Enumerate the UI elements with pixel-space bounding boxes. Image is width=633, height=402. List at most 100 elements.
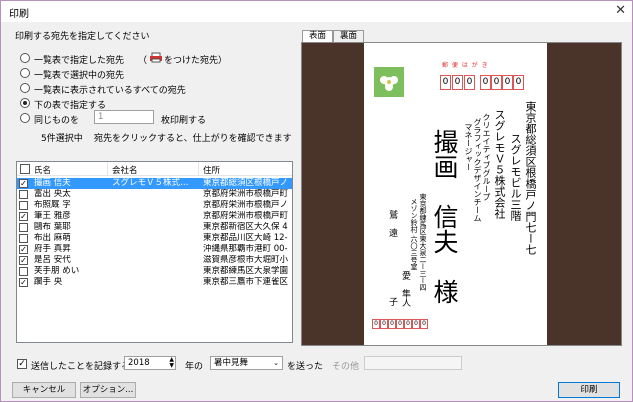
section-title: 印刷する宛先を指定してください [15,32,150,42]
sender-postal-digit-box: 0 [420,319,428,329]
recipient-company: スグレモＶ５株式会社 [493,109,506,219]
radio-table[interactable] [20,98,30,108]
postcard: 郵 便 は が き 0000000 東京都総須区根橋戸ノ門七ー七 スグレモビル三… [364,43,547,345]
row-checkbox[interactable] [19,234,28,243]
table-row[interactable]: ✓ 是呂 安代 滋賀県彦根市大堀町小 [17,255,292,266]
cell-address: 東京都総須区根橋戸ノ [203,178,289,188]
postal-digit-box: 0 [491,75,502,90]
sent-label: を送った [287,362,324,372]
radio-same[interactable] [20,113,30,123]
radio-listed[interactable] [20,53,30,63]
recipient-name: 撮画 信夫 様 [430,129,459,304]
list-header: 氏名 会社名 住所 [17,162,292,176]
radio-listed-note: をつけた宛先） [164,56,228,66]
cell-name: 布出 麻萌 [34,233,71,243]
sender-name-3: 子 [387,297,397,306]
postal-digit-box: 0 [513,75,524,90]
header-company[interactable]: 会社名 [112,164,138,176]
sender-postal-digit-box: 0 [412,319,420,329]
radio-all-label: 一覧表に表示されているすべての宛先 [34,86,186,96]
window-title: 印刷 [9,9,29,20]
record-sent-label: 送信したことを記録する [31,362,131,372]
row-checkbox[interactable] [19,201,28,210]
cell-name: 是呂 安代 [34,255,71,265]
radio-listed-label: 一覧表で指定した宛先 [34,56,125,66]
table-row[interactable]: 布出 麻萌 東京都品川区大崎 12- [17,233,292,244]
row-checkbox[interactable] [19,223,28,232]
cell-address: 沖縄県那覇市港町 00- [203,244,288,254]
year-spinner[interactable]: 2018 ▲ ▼ [124,356,176,370]
cell-name: 鷗布 葉耶 [34,222,71,232]
table-row[interactable]: ✓ 躙手 央 東京都三鷹市下連雀区 [17,277,292,288]
row-checkbox[interactable]: ✓ [19,179,28,188]
printer-icon [150,52,162,63]
table-row[interactable]: ✓ 府手 真昇 沖縄県那覇市港町 00- [17,244,292,255]
postcard-preview: 郵 便 は が き 0000000 東京都総須区根橋戸ノ門七ー七 スグレモビル三… [301,42,622,346]
recipient-address: 東京都総須区根橋戸ノ門七ー七 [524,101,537,255]
sender-postal-digit-box: 0 [372,319,380,329]
radio-selected[interactable] [20,68,30,78]
record-sent-checkbox[interactable]: ✓ [17,359,27,369]
postal-digit-box: 0 [464,75,475,90]
cell-address: 東京都三鷹市下連雀区 [203,277,289,287]
copies-input[interactable]: 1 [94,110,154,124]
cancel-button[interactable]: キャンセル [12,382,76,398]
flower-stamp-icon [374,67,404,97]
row-checkbox[interactable]: ✓ [19,278,28,287]
cell-name: 布照厩 字 [34,200,71,210]
chevron-down-icon[interactable]: ⌄ [273,357,279,369]
table-row[interactable]: ✓ 撮画 信夫 スグレモＶ５株式… 東京都総須区根橋戸ノ [17,178,292,189]
header-address[interactable]: 住所 [203,164,220,176]
row-checkbox[interactable]: ✓ [19,256,28,265]
close-icon[interactable]: ✕ [615,3,626,18]
row-checkbox[interactable] [19,190,28,199]
hint-text: 宛先をクリックすると、仕上がりを確認できます [94,134,292,144]
radio-all[interactable] [20,83,30,93]
sender-address-line2: メゾン鈴村 六〇三号室 [410,198,418,271]
recipient-address-line2: スグレモビル三階 [509,133,522,221]
print-dialog: 印刷 ✕ 印刷する宛先を指定してください 一覧表で指定した宛先 （ をつけた宛先… [0,0,633,402]
sender-name-1: 鷲 遠 [387,210,397,237]
cell-name: 府手 真昇 [34,244,71,254]
radio-same-label: 同じものを [34,116,80,126]
sender-postal-digit-box: 0 [396,319,404,329]
cell-company: スグレモＶ５株式… [112,178,189,188]
select-all-checkbox[interactable] [20,164,30,174]
row-checkbox[interactable]: ✓ [19,212,28,221]
selected-count: 5件選択中 [41,134,83,144]
radio-selected-label: 一覧表で選択中の宛先 [34,71,125,81]
postcard-label: 郵 便 は が き [442,62,489,69]
cell-address: 京都府栄洲市根橋戸ノ [203,200,289,210]
spinner-arrows-icon[interactable]: ▲ ▼ [169,357,174,369]
cell-address: 京都府栄洲市根橋戸町 [203,189,289,199]
sender-postal-digit-box: 0 [388,319,396,329]
print-button[interactable]: 印刷 [558,382,620,398]
sender-postal-digit-box: 0 [380,319,388,329]
row-checkbox[interactable] [19,267,28,276]
options-button[interactable]: オプション... [80,382,136,398]
row-checkbox[interactable]: ✓ [19,245,28,254]
recipient-list[interactable]: 氏名 会社名 住所 ✓ 撮画 信夫 スグレモＶ５株式… 東京都総須区根橋戸ノ 富出 央太… [16,161,293,343]
sender-address: 東京都練馬区東大泉二ー三ー四 [419,193,427,291]
cell-address: 滋賀県彦根市大堀町小 [203,255,289,265]
other-input[interactable] [364,356,462,370]
cell-address: 東京都新宿区大久保 4 [203,222,288,232]
table-row[interactable]: ✓ 筆王 雅彦 京都府栄洲市根橋戸町 [17,211,292,222]
other-label: その他 [332,362,360,372]
type-select[interactable]: 暑中見舞 ⌄ [210,356,283,370]
table-row[interactable]: 鷗布 葉耶 東京都新宿区大久保 4 [17,222,292,233]
table-row[interactable]: 布照厩 字 京都府栄洲市根橋戸ノ [17,200,292,211]
cell-name: 躙手 央 [34,277,63,287]
title-bar: 印刷 ✕ [1,1,632,22]
header-divider [198,162,199,176]
year-value: 2018 [128,358,150,368]
header-name[interactable]: 氏名 [34,164,51,176]
table-row[interactable]: 富出 央太 京都府栄洲市根橋戸町 [17,189,292,200]
cell-address: 東京都品川区大崎 12- [203,233,288,243]
table-row[interactable]: 芙手朋 めい 東京都練馬区大泉学園 [17,266,292,277]
year-suffix: 年の [185,362,204,372]
sender-name-2: 愛 隼人 [400,271,410,307]
cell-address: 東京都練馬区大泉学園 [203,266,289,276]
postal-digit-box: 0 [480,75,491,90]
copies-suffix: 枚印刷する [161,116,207,126]
